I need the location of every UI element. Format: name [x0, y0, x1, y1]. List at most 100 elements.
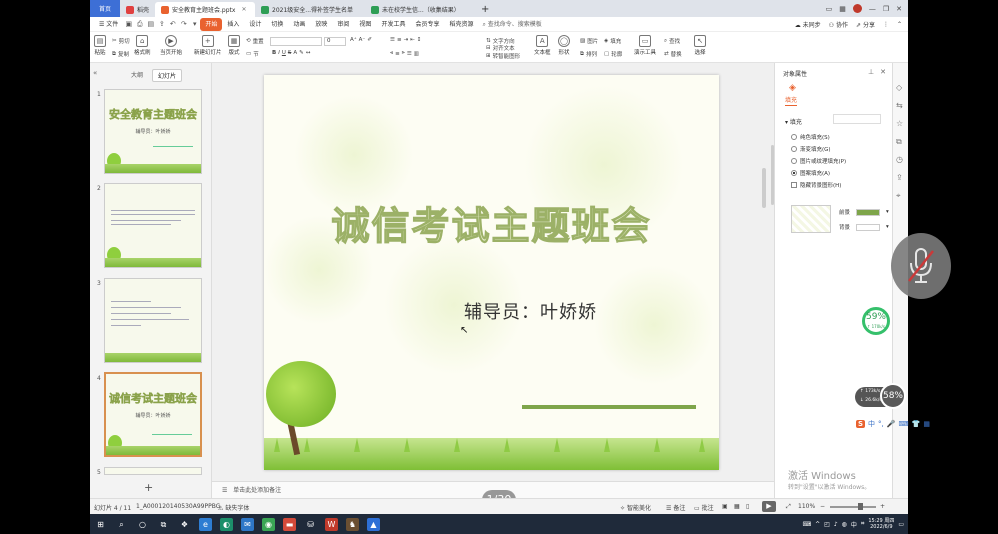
edge-browser-icon[interactable]: ◐ [220, 517, 233, 531]
italic-icon[interactable]: I [278, 50, 280, 56]
collapse-ribbon-icon[interactable]: ⌃ [897, 21, 902, 28]
chevron-up-icon[interactable]: ^ [815, 521, 820, 528]
radio-button-checked[interactable] [791, 170, 797, 176]
align-text-button[interactable]: ⊟ 对齐文本 [486, 44, 515, 52]
highlight-icon[interactable]: ✎ [299, 50, 304, 56]
line-spacing-icon[interactable]: ↕ [417, 37, 422, 43]
strikethrough-icon[interactable]: S [288, 50, 292, 56]
presentation-tools-button[interactable]: ▭ 演示工具 [634, 35, 656, 56]
tab-docer[interactable]: 稻壳 [120, 2, 155, 17]
search-icon[interactable]: ⌕ [115, 518, 128, 531]
outdent-icon[interactable]: ⇤ [410, 37, 415, 43]
slide-thumbnail-2[interactable] [104, 183, 202, 268]
textbox-button[interactable]: A 文本框 [534, 35, 551, 56]
menu-design[interactable]: 设计 [244, 18, 266, 31]
save-icon[interactable]: ▣ [124, 20, 133, 29]
fit-window-icon[interactable]: ⤢ [786, 503, 791, 511]
font-family-select[interactable] [270, 37, 322, 46]
format-painter-button[interactable]: ⌂ 格式刷 [134, 35, 151, 56]
redo-icon[interactable]: ↷ [179, 20, 188, 29]
zoom-in-button[interactable]: + [880, 503, 885, 510]
bold-icon[interactable]: B [272, 50, 276, 56]
tab-outline[interactable]: 大纲 [126, 69, 148, 82]
tab-slides[interactable]: 幻灯片 [152, 69, 183, 82]
pane-scrollbar[interactable] [771, 145, 774, 205]
collab-button[interactable]: ⚇ 协作 [829, 20, 848, 29]
option-solid-fill[interactable]: 纯色填充(S) [791, 133, 830, 141]
zoom-level[interactable]: 110% [798, 503, 815, 510]
command-search[interactable]: ⌕ 查找命令、搜索模板 [482, 19, 541, 29]
align-right-icon[interactable]: ⫸ [402, 50, 405, 57]
grid-icon[interactable]: ▦ [839, 5, 846, 13]
indent-icon[interactable]: ⇥ [404, 37, 409, 43]
slide-thumbnail-4-selected[interactable]: 诚信考试主题班会 辅导员：叶娇娇 [104, 372, 202, 457]
outline-button[interactable]: ▢ 轮廓 [604, 50, 622, 58]
menu-member[interactable]: 会员专享 [410, 18, 444, 31]
section-button[interactable]: ▭ 节 [246, 50, 259, 58]
zoom-slider[interactable] [830, 506, 876, 508]
option-hide-background[interactable]: 隐藏背景图形(H) [791, 181, 841, 189]
bullets-icon[interactable]: ☰ [390, 37, 395, 43]
folder-icon[interactable]: ▬ [283, 517, 296, 531]
play-from-current-button[interactable]: ▶ 当页开始 [160, 35, 182, 56]
task-view-icon[interactable]: ⧉ [157, 518, 170, 531]
menu-start[interactable]: 开始 [200, 17, 223, 31]
keyboard-icon[interactable]: ⌨ [899, 420, 909, 428]
option-picture-fill[interactable]: 图片或纹理填充(P) [791, 157, 846, 165]
columns-icon[interactable]: ▥ [414, 51, 419, 57]
user-avatar[interactable] [852, 4, 862, 13]
muted-microphone-overlay[interactable] [891, 233, 951, 299]
tab-active-pptx[interactable]: 安全教育主题班会.pptx ✕ [155, 2, 256, 17]
reading-view-icon[interactable]: ▯ [746, 503, 749, 510]
sync-status[interactable]: ☁ 未同步 [795, 20, 821, 29]
menu-developer[interactable]: 开发工具 [376, 18, 410, 31]
sogou-logo-icon[interactable]: S [856, 420, 866, 428]
fill-button[interactable]: ◈ 填充 [604, 37, 621, 45]
zoom-out-button[interactable]: − [820, 503, 825, 510]
skin-icon[interactable]: 👕 [912, 420, 921, 428]
slide-thumbnail-1[interactable]: 安全教育主题班会 辅导员：叶娇娇 [104, 89, 202, 174]
export-icon[interactable]: ⇪ [896, 173, 903, 182]
char-spacing-icon[interactable]: ↔ [306, 50, 311, 56]
font-size-select[interactable]: 0 [324, 37, 346, 46]
360-icon[interactable]: ◉ [262, 517, 275, 531]
share-button[interactable]: ⇗ 分享 [856, 20, 875, 29]
radio-button[interactable] [791, 134, 797, 140]
justify-icon[interactable]: ☰ [407, 51, 412, 57]
toolbox-icon[interactable]: ▦ [923, 420, 930, 428]
app2-icon[interactable]: ♞ [346, 517, 359, 531]
copy-style-icon[interactable]: ⧉ [896, 137, 902, 147]
font-size-controls[interactable]: A⁺ A⁻ ✐ [350, 37, 372, 43]
shape-properties-icon[interactable]: ◇ [896, 83, 902, 92]
network-icon[interactable]: ◰ [824, 521, 830, 528]
cortana-icon[interactable]: ○ [136, 518, 149, 531]
clock-icon[interactable]: ◷ [896, 155, 903, 164]
pin-icon[interactable]: ⊥ [868, 68, 874, 76]
tab-home[interactable]: 首页 [90, 0, 120, 17]
print-icon[interactable]: ⎙ [135, 20, 144, 29]
decorative-green-line[interactable] [522, 405, 696, 409]
undo-icon[interactable]: ↶ [168, 20, 177, 29]
new-tab-button[interactable]: + [475, 2, 495, 17]
close-pane-icon[interactable]: ✕ [880, 68, 886, 76]
menu-animation[interactable]: 动画 [288, 18, 310, 31]
copy-button[interactable]: ⧉ 复制 [112, 50, 129, 59]
close-window-button[interactable]: ✕ [896, 5, 902, 13]
fill-bucket-icon[interactable]: ◈ [789, 83, 796, 93]
ime-tray-icon[interactable]: ⌨ [802, 521, 811, 528]
pattern-preview[interactable] [791, 205, 831, 233]
close-tab-icon[interactable]: ✕ [241, 6, 246, 13]
background-color-swatch[interactable] [856, 223, 881, 231]
adjust-icon[interactable]: ⇆ [896, 101, 903, 110]
slide-canvas[interactable]: 诚信考试主题班会 辅导员：叶娇娇 ↖ [264, 75, 719, 470]
reset-button[interactable]: ⟲ 重置 [246, 37, 264, 45]
ie-browser-icon[interactable]: e [199, 517, 212, 531]
fill-type-dropdown[interactable] [833, 114, 881, 124]
more-icon[interactable]: ⋮ [883, 21, 889, 28]
find-button[interactable]: ⌕ 查找 [664, 37, 680, 46]
ime-mode[interactable]: 中 [868, 419, 875, 429]
radio-button[interactable] [791, 158, 797, 164]
keyboard-layout-icon[interactable]: ⌗ [861, 520, 864, 528]
menu-transition[interactable]: 切换 [266, 18, 288, 31]
mail-icon[interactable]: ✉ [241, 517, 254, 531]
